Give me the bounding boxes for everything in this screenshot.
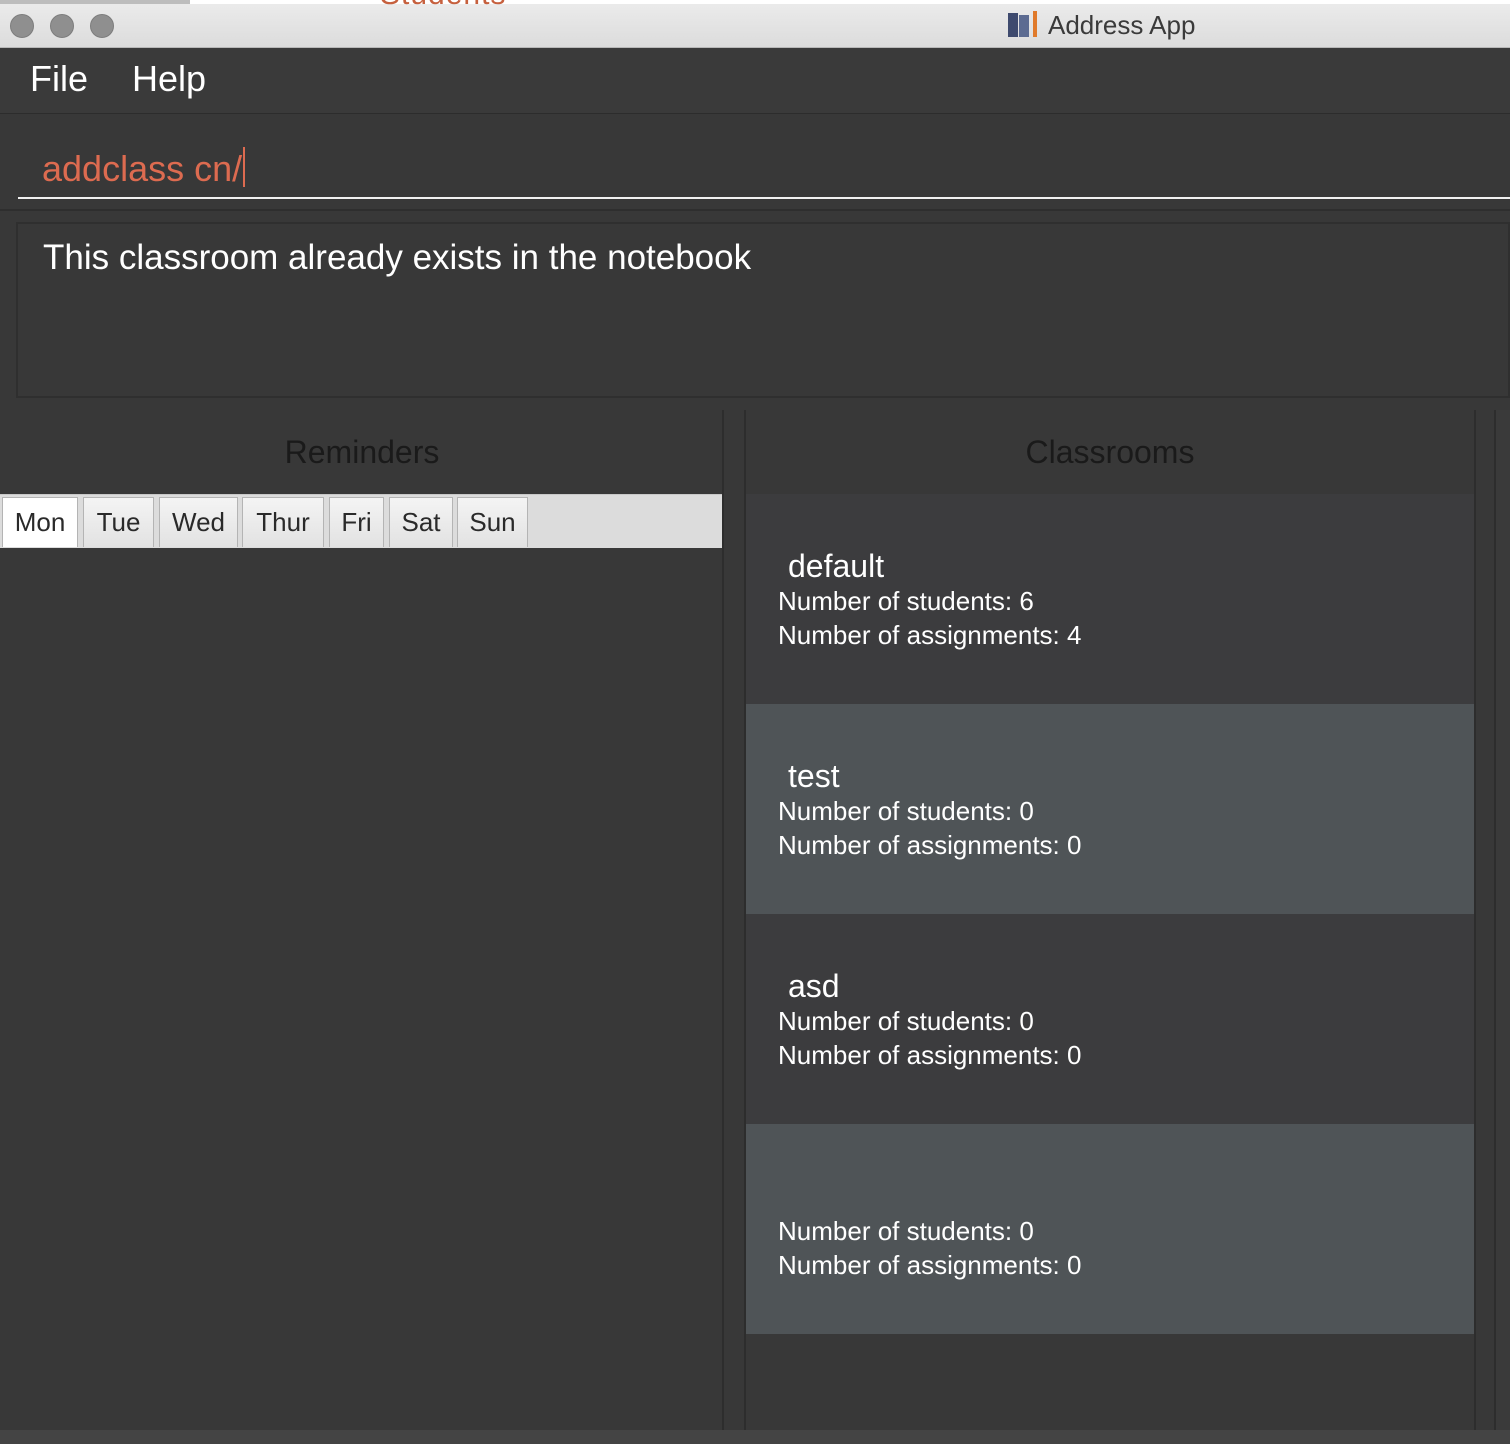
tab-sun[interactable]: Sun: [457, 497, 528, 547]
reminders-panel: Reminders Mon Tue Wed Thur Fri Sat Sun: [0, 410, 724, 1430]
text-caret: [243, 147, 246, 187]
classroom-card[interactable]: asd Number of students: 0 Number of assi…: [746, 914, 1474, 1124]
background-window-text: Students: [380, 0, 506, 12]
classroom-name: default: [788, 548, 885, 584]
command-box: addclass cn/: [0, 115, 1510, 211]
classroom-assignment-count: Number of assignments: 4: [778, 620, 1082, 650]
classrooms-panel: Classrooms default Number of students: 6…: [744, 410, 1476, 1430]
window-title: Address App: [1008, 9, 1195, 41]
tab-fri[interactable]: Fri: [329, 497, 384, 547]
classroom-card[interactable]: Number of students: 0 Number of assignme…: [746, 1124, 1474, 1334]
tab-sat[interactable]: Sat: [389, 497, 453, 547]
classroom-list[interactable]: default Number of students: 6 Number of …: [746, 494, 1474, 1334]
maximize-window-button[interactable]: [90, 14, 114, 38]
window-title-text: Address App: [1048, 9, 1196, 40]
bottom-status-strip: [0, 1430, 1510, 1444]
day-tab-bar: Mon Tue Wed Thur Fri Sat Sun: [0, 494, 722, 548]
menu-help[interactable]: Help: [132, 58, 206, 100]
minimize-window-button[interactable]: [50, 14, 74, 38]
classroom-card[interactable]: default Number of students: 6 Number of …: [746, 494, 1474, 704]
window-title-bar: Students Address App: [0, 0, 1510, 48]
command-input[interactable]: addclass cn/: [18, 123, 1510, 199]
close-window-button[interactable]: [10, 14, 34, 38]
classroom-card[interactable]: test Number of students: 0 Number of ass…: [746, 704, 1474, 914]
classroom-name: asd: [788, 968, 840, 1004]
command-input-text: addclass cn/: [42, 148, 243, 189]
classroom-assignment-count: Number of assignments: 0: [778, 1250, 1082, 1280]
tab-tue[interactable]: Tue: [83, 497, 154, 547]
tab-thur[interactable]: Thur: [242, 497, 324, 547]
tab-wed[interactable]: Wed: [159, 497, 238, 547]
classroom-student-count: Number of students: 0: [778, 1216, 1034, 1246]
reminders-title: Reminders: [284, 434, 440, 470]
result-display[interactable]: This classroom already exists in the not…: [16, 222, 1510, 398]
classroom-assignment-count: Number of assignments: 0: [778, 1040, 1082, 1070]
menu-file[interactable]: File: [30, 58, 88, 100]
classroom-student-count: Number of students: 0: [778, 1006, 1034, 1036]
tab-mon[interactable]: Mon: [2, 497, 78, 547]
classroom-name: test: [788, 758, 840, 794]
classroom-student-count: Number of students: 0: [778, 796, 1034, 826]
menu-bar: File Help: [0, 48, 1510, 114]
result-message: This classroom already exists in the not…: [43, 238, 752, 277]
app-books-icon: [1008, 11, 1040, 39]
background-window-edge: [0, 0, 190, 4]
classrooms-title: Classrooms: [1025, 434, 1195, 470]
right-panel-edge: [1494, 410, 1510, 1430]
classroom-student-count: Number of students: 6: [778, 586, 1034, 616]
classroom-assignment-count: Number of assignments: 0: [778, 830, 1082, 860]
